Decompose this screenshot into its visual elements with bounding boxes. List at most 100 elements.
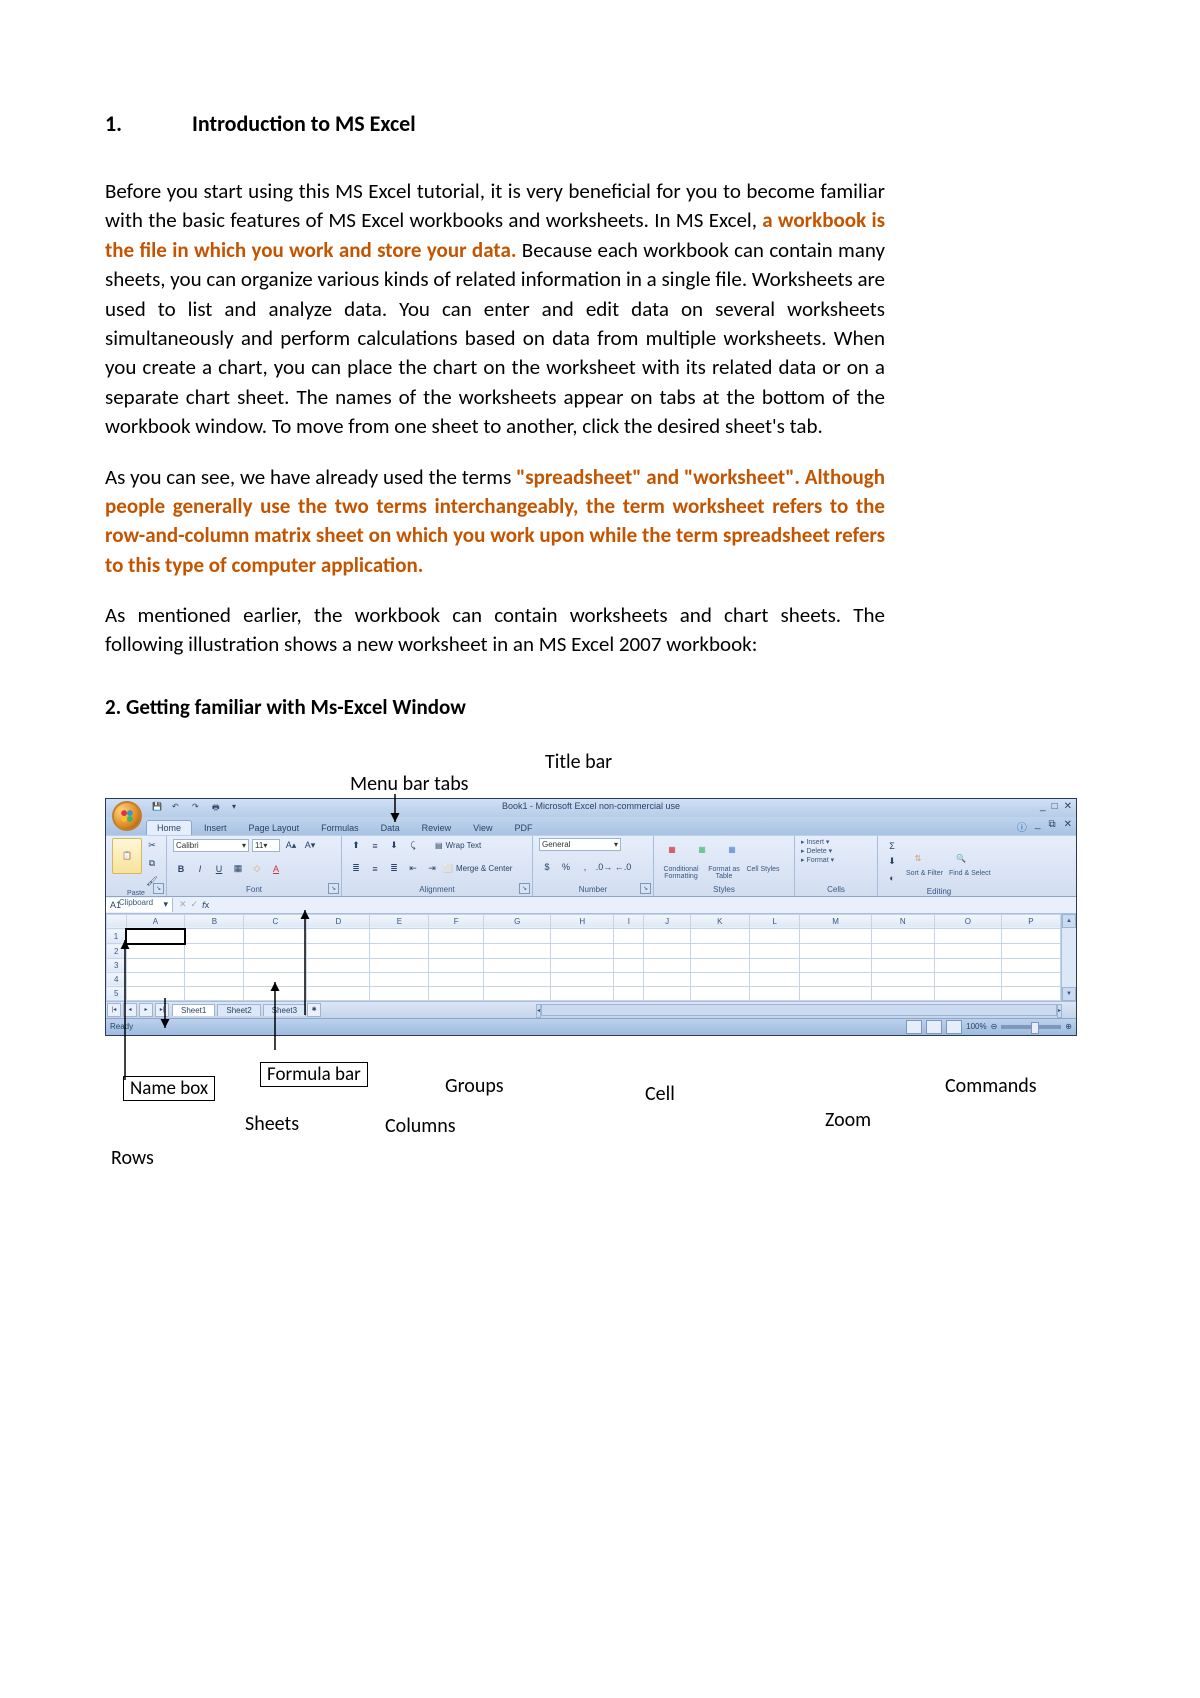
indent-dec-icon[interactable]: ⇤ (405, 861, 421, 877)
comma-icon[interactable]: , (577, 859, 593, 875)
scroll-up-icon[interactable]: ▲ (1062, 914, 1076, 928)
col-header[interactable]: A (126, 914, 185, 929)
bold-button[interactable]: B (173, 861, 189, 877)
col-header[interactable]: D (307, 914, 370, 929)
tab-pdf[interactable]: PDF (504, 821, 542, 835)
cut-icon[interactable]: ✂ (144, 838, 160, 854)
col-header[interactable]: I (614, 914, 644, 929)
sheet-tab-3[interactable]: Sheet3 (263, 1004, 306, 1016)
font-color-button[interactable]: A (268, 861, 284, 877)
cell-styles-button[interactable]: ▦ (720, 838, 744, 862)
fill-color-button[interactable]: ◇ (249, 861, 265, 877)
indent-inc-icon[interactable]: ⇥ (424, 861, 440, 877)
sheet-tab-1[interactable]: Sheet1 (172, 1004, 215, 1016)
col-header[interactable]: N (871, 914, 934, 929)
col-header[interactable]: H (551, 914, 614, 929)
clipboard-launcher[interactable]: ↘ (153, 883, 164, 894)
new-sheet-button[interactable]: ✱ (307, 1003, 321, 1017)
sheet-nav-prev[interactable]: ◂ (123, 1003, 137, 1017)
col-header[interactable]: C (244, 914, 307, 929)
tab-formulas[interactable]: Formulas (311, 821, 369, 835)
align-center-icon[interactable]: ≡ (367, 861, 383, 877)
tab-data[interactable]: Data (371, 821, 410, 835)
worksheet-grid[interactable]: A B C D E F G H I J K L M N O (106, 914, 1061, 1001)
maximize-button[interactable]: □ (1052, 801, 1058, 812)
formula-bar[interactable]: ✕ ✓ fx (173, 899, 209, 910)
increase-decimal-icon[interactable]: .0→ (596, 859, 612, 875)
view-normal-icon[interactable] (906, 1020, 922, 1034)
decrease-decimal-icon[interactable]: ←.0 (615, 859, 631, 875)
shrink-font-icon[interactable]: A▾ (302, 838, 318, 854)
scroll-down-icon[interactable]: ▼ (1062, 987, 1076, 1001)
cell-a1[interactable] (126, 929, 185, 944)
sheet-nav-first[interactable]: |◂ (107, 1003, 121, 1017)
minimize-button[interactable]: _ (1040, 801, 1046, 812)
font-launcher[interactable]: ↘ (328, 883, 339, 894)
align-top-icon[interactable]: ⬆ (348, 838, 364, 854)
find-select-button[interactable]: 🔍 Find & Select (949, 846, 991, 877)
col-header[interactable]: J (644, 914, 690, 929)
copy-icon[interactable]: ⧉ (144, 856, 160, 872)
percent-icon[interactable]: % (558, 859, 574, 875)
grow-font-icon[interactable]: A▴ (283, 838, 299, 854)
sheet-nav-last[interactable]: ▸| (155, 1003, 169, 1017)
view-page-break-icon[interactable] (946, 1020, 962, 1034)
orientation-icon[interactable]: ⤹ (405, 838, 421, 854)
vertical-scrollbar[interactable]: ▲ ▼ (1061, 914, 1076, 1001)
font-size-combo[interactable]: 11▾ (252, 839, 280, 852)
fill-icon[interactable]: ⬇ (884, 854, 900, 870)
number-launcher[interactable]: ↘ (640, 883, 651, 894)
view-page-layout-icon[interactable] (926, 1020, 942, 1034)
row-header[interactable]: 1 (107, 929, 127, 944)
underline-button[interactable]: U (211, 861, 227, 877)
row-header[interactable]: 5 (107, 986, 127, 1000)
row-header[interactable]: 2 (107, 944, 127, 959)
col-header[interactable]: F (429, 914, 484, 929)
tab-page-layout[interactable]: Page Layout (239, 821, 310, 835)
col-header[interactable]: P (1001, 914, 1060, 929)
font-name-combo[interactable]: Calibri▾ (173, 839, 249, 852)
insert-cells-button[interactable]: ▸ Insert ▾ (801, 838, 871, 846)
horizontal-scrollbar[interactable]: ◂ ▸ (536, 1004, 1062, 1016)
col-header[interactable]: L (749, 914, 800, 929)
alignment-launcher[interactable]: ↘ (519, 883, 530, 894)
help-icon[interactable]: ⓘ (1017, 819, 1027, 834)
format-cells-button[interactable]: ▸ Format ▾ (801, 856, 871, 864)
currency-icon[interactable]: $ (539, 859, 555, 875)
zoom-in-button[interactable]: ⊕ (1065, 1022, 1072, 1031)
merge-center-button[interactable]: ⬜Merge & Center (443, 864, 512, 873)
col-header[interactable]: M (800, 914, 871, 929)
align-left-icon[interactable]: ≣ (348, 861, 364, 877)
align-right-icon[interactable]: ≣ (386, 861, 402, 877)
col-header[interactable]: B (185, 914, 244, 929)
row-header[interactable]: 4 (107, 972, 127, 986)
border-button[interactable]: ▦ (230, 861, 246, 877)
conditional-formatting-button[interactable]: ▦ (660, 838, 684, 862)
delete-cells-button[interactable]: ▸ Delete ▾ (801, 847, 871, 855)
align-middle-icon[interactable]: ≡ (367, 838, 383, 854)
sort-filter-button[interactable]: ⇅ Sort & Filter (906, 846, 943, 877)
tab-view[interactable]: View (463, 821, 502, 835)
sheet-tab-2[interactable]: Sheet2 (217, 1004, 260, 1016)
cancel-formula-icon[interactable]: ✕ (179, 899, 187, 910)
tab-home[interactable]: Home (146, 820, 192, 835)
sheet-nav-next[interactable]: ▸ (139, 1003, 153, 1017)
tab-insert[interactable]: Insert (194, 821, 237, 835)
tab-review[interactable]: Review (412, 821, 462, 835)
office-button[interactable] (112, 801, 142, 831)
paste-button[interactable]: 📋 (112, 838, 142, 874)
align-bottom-icon[interactable]: ⬇ (386, 838, 402, 854)
ribbon-close-button[interactable]: ✕ (1064, 819, 1072, 834)
col-header[interactable]: O (934, 914, 1001, 929)
enter-formula-icon[interactable]: ✓ (191, 899, 199, 910)
col-header[interactable]: K (690, 914, 749, 929)
zoom-slider[interactable] (1001, 1025, 1061, 1029)
row-header[interactable]: 3 (107, 958, 127, 972)
fx-icon[interactable]: fx (202, 900, 209, 910)
zoom-out-button[interactable]: ⊖ (991, 1022, 998, 1031)
italic-button[interactable]: I (192, 861, 208, 877)
ribbon-restore-button[interactable]: ⧉ (1048, 819, 1055, 834)
clear-icon[interactable]: ◐ (884, 870, 900, 886)
autosum-icon[interactable]: Σ (884, 838, 900, 854)
ribbon-minimize-button[interactable]: _ (1035, 819, 1041, 834)
